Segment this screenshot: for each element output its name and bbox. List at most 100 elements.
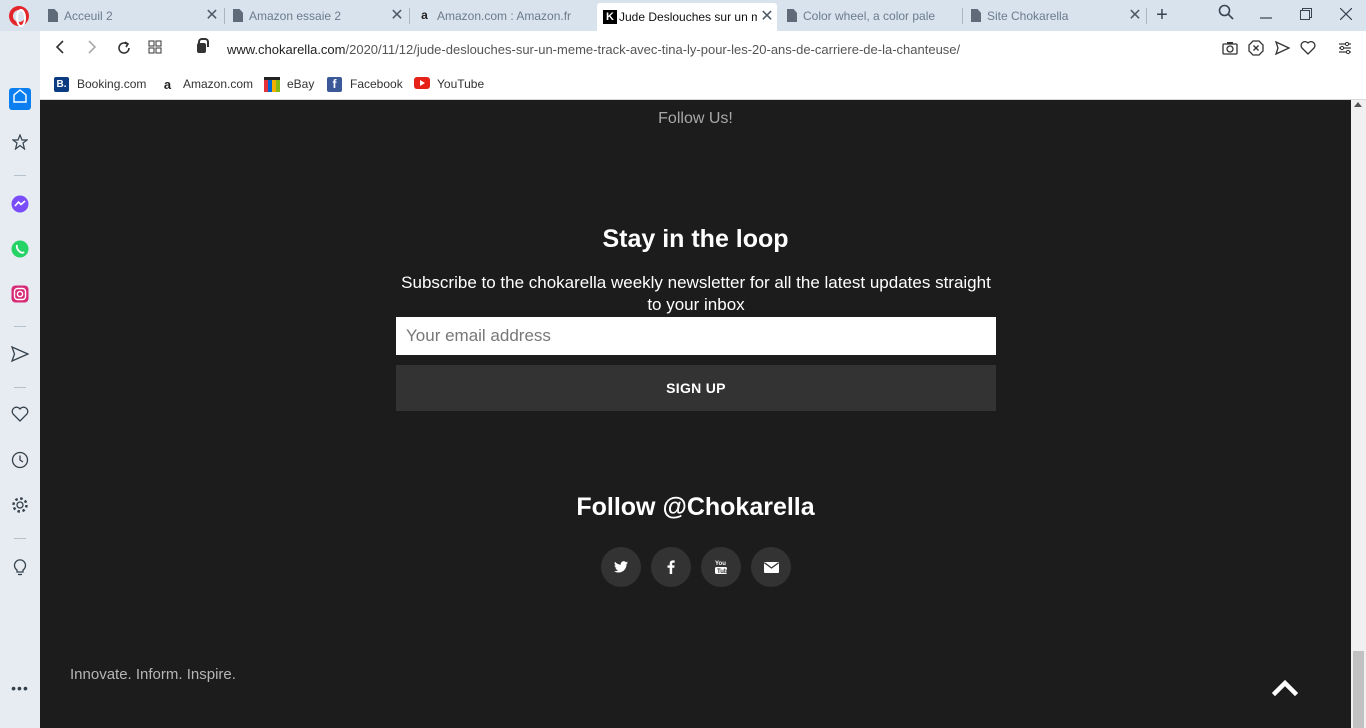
speed-dial-grid-icon[interactable] — [145, 40, 165, 60]
heart-icon[interactable] — [9, 406, 31, 428]
lightbulb-icon[interactable] — [9, 558, 31, 580]
tab-divider — [1146, 8, 1147, 24]
tab-jude-deslouches[interactable]: K Jude Deslouches sur un m ✕ — [597, 3, 777, 31]
home-icon[interactable] — [9, 88, 31, 110]
svg-text:Tube: Tube — [717, 569, 728, 575]
email-button[interactable] — [751, 547, 791, 587]
bookmark-label: Amazon.com — [183, 77, 254, 91]
url-path: /2020/11/12/jude-deslouches-sur-un-meme-… — [345, 42, 961, 57]
tab-acceuil[interactable]: Acceuil 2 ✕ — [42, 3, 222, 28]
bookmark-label: Booking.com — [77, 77, 147, 91]
ebay-icon — [264, 76, 280, 92]
bookmarks-bar: B. Booking.com a Amazon.com eBay f Faceb… — [40, 69, 1366, 100]
close-window-button[interactable] — [1334, 4, 1358, 26]
bookmark-amazon[interactable]: a Amazon.com — [160, 75, 253, 93]
page-icon — [787, 9, 797, 22]
reload-button[interactable] — [114, 40, 134, 60]
newsletter-heading: Stay in the loop — [602, 225, 789, 253]
vertical-scrollbar[interactable] — [1351, 100, 1366, 728]
tab-divider — [224, 8, 225, 24]
url-field[interactable]: www.chokarella.com/2020/11/12/jude-deslo… — [227, 42, 960, 57]
close-icon[interactable]: ✕ — [1125, 6, 1145, 26]
instagram-icon[interactable] — [9, 285, 31, 307]
facebook-icon: f — [327, 76, 342, 92]
bookmark-label: YouTube — [437, 77, 485, 91]
bookmark-facebook[interactable]: f Facebook — [327, 75, 403, 93]
tab-title: Amazon.com : Amazon.fr — [437, 8, 572, 23]
tab-title: Jude Deslouches sur un m — [619, 10, 757, 24]
tab-amazon[interactable]: a Amazon.com : Amazon.fr — [412, 3, 594, 28]
scrollbar-thumb[interactable] — [1353, 651, 1364, 728]
booking-icon: B. — [54, 76, 69, 92]
scroll-to-top-button[interactable] — [1271, 678, 1302, 700]
twitter-button[interactable] — [601, 547, 641, 587]
heart-icon[interactable] — [1298, 40, 1318, 60]
youtube-icon: You Tube — [715, 561, 728, 575]
forward-button[interactable] — [82, 40, 102, 60]
back-button[interactable] — [50, 40, 70, 60]
sidebar-divider — [14, 387, 26, 388]
minimize-button[interactable] — [1254, 4, 1278, 26]
adblock-icon[interactable] — [1246, 40, 1266, 60]
lock-icon[interactable] — [197, 38, 209, 53]
twitter-icon — [614, 561, 628, 573]
send-icon[interactable] — [9, 345, 31, 368]
page-icon — [233, 9, 243, 22]
sidebar-divider — [14, 538, 26, 539]
settings-gear-icon[interactable] — [9, 496, 31, 518]
svg-text:You: You — [715, 561, 726, 567]
email-icon — [763, 561, 779, 573]
history-icon[interactable] — [9, 451, 31, 473]
restore-button[interactable] — [1294, 4, 1318, 26]
close-icon[interactable]: ✕ — [202, 6, 222, 26]
tab-title: Color wheel, a color pale — [803, 8, 936, 23]
tab-title: Site Chokarella — [987, 8, 1069, 23]
chokarella-icon: K — [603, 10, 617, 24]
bookmark-ebay[interactable]: eBay — [264, 75, 314, 93]
more-options-icon[interactable]: ••• — [9, 677, 31, 699]
tab-amazon-essaie[interactable]: Amazon essaie 2 ✕ — [227, 3, 407, 28]
email-field[interactable] — [396, 317, 996, 355]
youtube-icon — [414, 76, 430, 92]
address-bar: www.chokarella.com/2020/11/12/jude-deslo… — [40, 31, 1366, 69]
messenger-icon[interactable] — [9, 195, 31, 217]
bookmarks-icon[interactable] — [9, 133, 31, 156]
newsletter-description: Subscribe to the chokarella weekly newsl… — [401, 273, 991, 314]
new-tab-button[interactable]: + — [1152, 4, 1172, 26]
page-icon — [48, 9, 58, 22]
tab-divider — [962, 8, 963, 24]
search-tabs-icon[interactable] — [1214, 4, 1238, 26]
send-icon[interactable] — [1272, 40, 1292, 60]
sign-up-button[interactable]: SIGN UP — [396, 365, 996, 411]
bookmark-label: Facebook — [350, 77, 403, 91]
easy-setup-icon[interactable] — [1335, 40, 1355, 60]
facebook-icon — [667, 560, 675, 574]
page-content: Follow Us! Stay in the loop Subscribe to… — [40, 100, 1351, 728]
tab-strip: Acceuil 2 ✕ Amazon essaie 2 ✕ a Amazon.c… — [0, 0, 1366, 31]
page-icon — [971, 9, 981, 22]
scroll-up-arrow-icon[interactable] — [1354, 102, 1362, 107]
follow-us-text: Follow Us! — [658, 110, 733, 127]
close-icon[interactable]: ✕ — [757, 7, 777, 27]
bookmark-booking[interactable]: B. Booking.com — [54, 75, 146, 93]
tab-site-chokarella[interactable]: Site Chokarella ✕ — [965, 3, 1145, 28]
tab-divider — [409, 8, 410, 24]
sidebar: ••• — [0, 31, 40, 728]
camera-icon[interactable] — [1220, 40, 1240, 60]
youtube-button[interactable]: You Tube — [701, 547, 741, 587]
url-host: www.chokarella.com — [227, 42, 346, 57]
tab-color-wheel[interactable]: Color wheel, a color pale — [781, 3, 961, 28]
close-icon[interactable]: ✕ — [387, 6, 407, 26]
amazon-icon: a — [163, 76, 172, 92]
chevron-up-icon — [1271, 679, 1299, 697]
sidebar-divider — [14, 175, 26, 176]
tab-title: Acceuil 2 — [64, 8, 113, 23]
follow-heading: Follow @Chokarella — [576, 493, 815, 521]
facebook-button[interactable] — [651, 547, 691, 587]
whatsapp-icon[interactable] — [9, 240, 31, 262]
amazon-icon: a — [421, 8, 428, 22]
footer-tagline: Innovate. Inform. Inspire. — [70, 666, 236, 683]
bookmark-label: eBay — [287, 77, 315, 91]
opera-menu-icon[interactable] — [9, 6, 29, 27]
bookmark-youtube[interactable]: YouTube — [414, 75, 484, 93]
